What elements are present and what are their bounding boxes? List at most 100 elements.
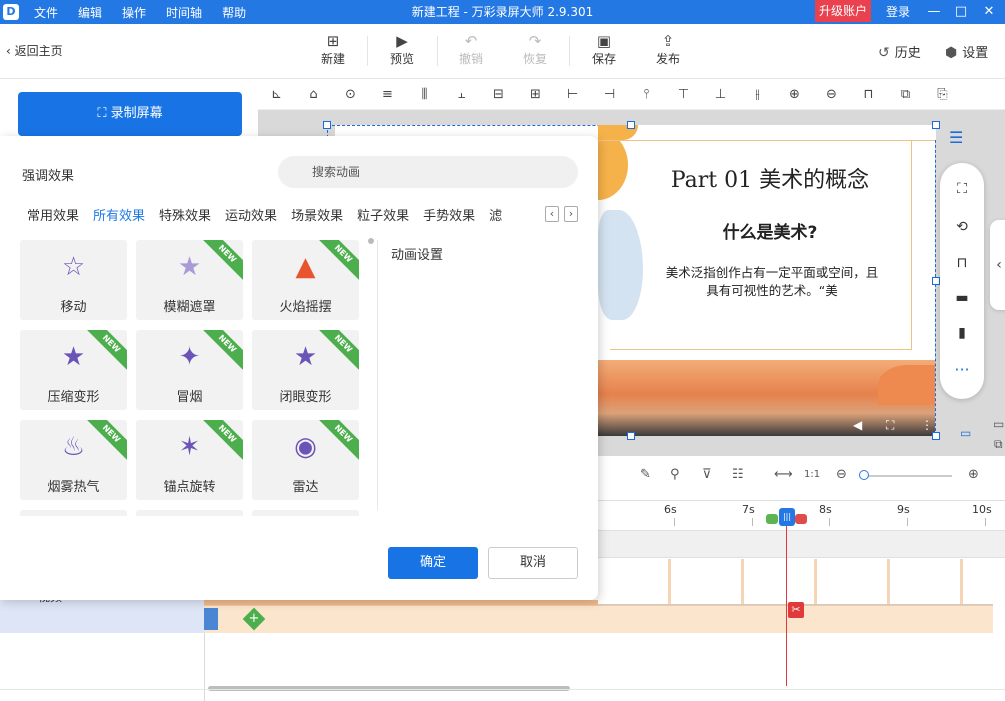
unlock-icon[interactable]: ⊓ <box>850 87 887 102</box>
resize-handle[interactable] <box>323 121 331 129</box>
resize-handle[interactable] <box>932 432 940 440</box>
resize-handle[interactable] <box>932 277 940 285</box>
adjust-icon[interactable]: ☷ <box>732 467 744 482</box>
login-button[interactable]: 登录 <box>886 0 910 24</box>
effect-card-partial[interactable] <box>252 510 359 516</box>
align-center-h-icon[interactable]: ⫲ <box>739 87 776 102</box>
paste-icon[interactable]: ⎘ <box>924 87 961 102</box>
distribute-h-icon[interactable]: ⊟ <box>480 87 517 102</box>
record-screen-button[interactable]: ⛶ 录制屏幕 <box>18 92 242 136</box>
align-bottom-edge-icon[interactable]: ⊥ <box>702 87 739 102</box>
tab-scene-effects[interactable]: 场景效果 <box>291 205 343 224</box>
tab-special-effects[interactable]: 特殊效果 <box>159 205 211 224</box>
preview-button[interactable]: ▶ 预览 <box>382 33 422 67</box>
menu-help[interactable]: 帮助 <box>222 4 246 21</box>
align-top-icon[interactable]: ⫠ <box>443 87 480 102</box>
screenshot-icon[interactable]: ⛶ <box>940 181 984 197</box>
layer-list-icon[interactable]: ☰ <box>949 128 963 147</box>
scissor-icon[interactable]: ✂ <box>788 602 804 618</box>
ruler-icon[interactable]: ⊾ <box>258 87 295 102</box>
more-dots-icon[interactable]: ··· <box>940 360 984 379</box>
effect-card-flame-sway[interactable]: ▲ 火焰摇摆 NEW <box>252 240 359 320</box>
tab-gesture-effects[interactable]: 手势效果 <box>423 205 475 224</box>
video-clip-track[interactable] <box>598 559 993 605</box>
effect-card-compress[interactable]: ★ 压缩变形 NEW <box>20 330 127 410</box>
align-right-edge-icon[interactable]: ⊣ <box>591 87 628 102</box>
timeline-zoom-knob[interactable] <box>859 470 869 480</box>
video-more-icon[interactable]: ⋮ <box>921 418 933 432</box>
timeline-track-empty[interactable] <box>598 530 1005 558</box>
fit-width-icon[interactable]: ⟷ <box>774 467 793 482</box>
effect-card-partial[interactable] <box>20 510 127 516</box>
video-track-header[interactable]: 视频 <box>0 590 204 633</box>
align-center-v-icon[interactable]: ⫼ <box>406 87 443 102</box>
history-button[interactable]: ↺ 历史 <box>878 42 921 61</box>
rotate-icon[interactable]: ⟲ <box>940 219 984 235</box>
resize-handle[interactable] <box>627 432 635 440</box>
effect-card-blink[interactable]: ★ 闭眼变形 NEW <box>252 330 359 410</box>
search-animation-input[interactable] <box>278 156 578 188</box>
volume-icon[interactable]: ◀ <box>853 418 862 432</box>
cancel-button[interactable]: 取消 <box>488 547 578 579</box>
effect-card-move[interactable]: ☆ 移动 <box>20 240 127 320</box>
card-thumb-icon[interactable]: ▭ <box>960 426 971 440</box>
restore-icon[interactable]: □ <box>951 0 971 24</box>
grid-scrollbar-thumb[interactable] <box>368 238 374 244</box>
new-button[interactable]: ⊞ 新建 <box>313 33 353 67</box>
minimize-icon[interactable]: — <box>924 0 944 24</box>
zoom-out-icon[interactable]: ⊖ <box>813 87 850 102</box>
edit-icon[interactable]: ✎ <box>640 467 651 482</box>
lock-icon[interactable]: ⊓ <box>940 255 984 271</box>
playhead-handle[interactable]: ||| <box>779 508 795 526</box>
settings-button[interactable]: ⬢ 设置 <box>945 42 988 61</box>
zoom-out-timeline-icon[interactable]: ⊖ <box>836 467 847 482</box>
monitor-icon[interactable]: ▬ <box>940 290 984 306</box>
one-to-one-icon[interactable]: 1:1 <box>804 469 820 480</box>
tab-all-effects[interactable]: 所有效果 <box>93 205 145 224</box>
publish-button[interactable]: ⇪ 发布 <box>648 33 688 67</box>
save-button[interactable]: ▣ 保存 <box>584 33 624 67</box>
split-icon[interactable]: ⚲ <box>670 467 680 482</box>
effect-card-partial[interactable] <box>136 510 243 516</box>
zoom-in-timeline-icon[interactable]: ⊕ <box>968 467 979 482</box>
playhead-red-marker[interactable] <box>795 514 807 524</box>
category-prev-button[interactable]: ‹ <box>545 206 559 222</box>
timeline-zoom-slider[interactable] <box>862 475 952 477</box>
upgrade-account-button[interactable]: 升级账户 <box>815 0 872 22</box>
add-keyframe-icon[interactable]: + <box>242 607 266 631</box>
menu-edit[interactable]: 编辑 <box>78 4 102 21</box>
align-left-edge-icon[interactable]: ⊢ <box>554 87 591 102</box>
copy-icon[interactable]: ⧉ <box>887 87 924 102</box>
collapse-side-tab[interactable]: ‹ <box>990 220 1005 310</box>
menu-timeline[interactable]: 时间轴 <box>166 4 202 21</box>
effect-card-steam[interactable]: ♨ 烟雾热气 NEW <box>20 420 127 500</box>
undo-button[interactable]: ↶ 撤销 <box>451 33 491 67</box>
fullscreen-icon[interactable]: ⛶ <box>886 418 894 433</box>
redo-button[interactable]: ↷ 恢复 <box>515 33 555 67</box>
more-icon[interactable]: ⊙ <box>332 87 369 102</box>
animation-track[interactable] <box>204 605 993 633</box>
tab-filter-effects[interactable]: 滤 <box>489 205 502 224</box>
confirm-button[interactable]: 确定 <box>388 547 478 579</box>
playhead-green-marker[interactable] <box>766 514 778 524</box>
align-top-edge-icon[interactable]: ⊤ <box>665 87 702 102</box>
back-home-button[interactable]: ‹ 返回主页 <box>6 42 63 59</box>
filter-icon[interactable]: ⊽ <box>702 467 712 482</box>
tab-motion-effects[interactable]: 运动效果 <box>225 205 277 224</box>
distribute-v-icon[interactable]: ⊞ <box>517 87 554 102</box>
phone-icon[interactable]: ▮ <box>940 325 984 341</box>
menu-operate[interactable]: 操作 <box>122 4 146 21</box>
close-icon[interactable]: ✕ <box>979 0 999 24</box>
small-screen-icon[interactable]: ▭ <box>993 417 1004 431</box>
align-middle-icon[interactable]: ⫯ <box>628 87 665 102</box>
resize-handle[interactable] <box>627 121 635 129</box>
effect-card-blur-mask[interactable]: ★ 模糊遮罩 NEW <box>136 240 243 320</box>
zoom-in-icon[interactable]: ⊕ <box>776 87 813 102</box>
menu-file[interactable]: 文件 <box>34 4 58 21</box>
effect-card-anchor-rotate[interactable]: ✶ 锚点旋转 NEW <box>136 420 243 500</box>
align-left-icon[interactable]: ≡ <box>369 87 406 102</box>
effect-card-smoke[interactable]: ✦ 冒烟 NEW <box>136 330 243 410</box>
tab-common-effects[interactable]: 常用效果 <box>27 205 79 224</box>
tab-particle-effects[interactable]: 粒子效果 <box>357 205 409 224</box>
resize-handle[interactable] <box>932 121 940 129</box>
